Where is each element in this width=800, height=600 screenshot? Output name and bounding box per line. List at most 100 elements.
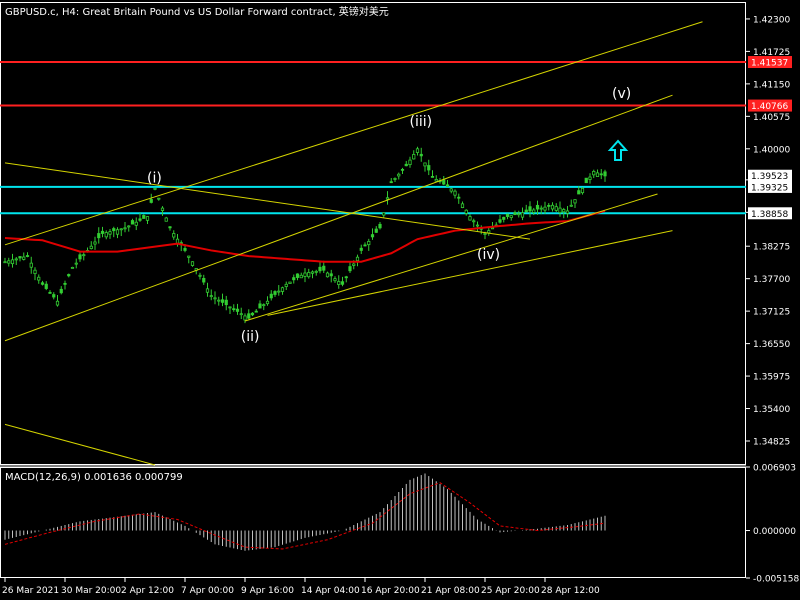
candle-body <box>198 274 202 277</box>
candle-body <box>29 262 33 268</box>
candle-body <box>475 224 480 227</box>
candle-body <box>67 274 71 277</box>
candle-body <box>329 273 333 277</box>
up-arrow-icon <box>607 139 629 161</box>
candle-body <box>157 197 161 200</box>
candle-body <box>258 303 262 309</box>
time-axis-label-9: 28 Apr 12:00 <box>541 586 600 596</box>
candle-body <box>14 258 18 261</box>
support-2-tag-label: 1.38858 <box>751 210 788 220</box>
candle-body <box>430 176 435 178</box>
candle-body <box>250 312 255 316</box>
candle-body <box>112 228 116 232</box>
candle-body <box>40 282 45 285</box>
candle-body <box>415 148 420 153</box>
candle-body <box>385 197 390 200</box>
candle-body <box>558 207 562 213</box>
price-axis-label-9: 1.37125 <box>753 308 790 318</box>
candle-body <box>498 219 502 223</box>
candle-body <box>307 272 311 278</box>
candle-body <box>442 179 446 185</box>
candle-body <box>584 177 588 184</box>
candle-body <box>59 288 63 294</box>
upper-channel-outer <box>4 21 703 246</box>
price-axis-label-7: 1.38275 <box>753 243 790 253</box>
candle-body <box>202 277 206 283</box>
candle-body <box>48 291 52 294</box>
candle-body <box>164 217 168 222</box>
upper-channel-inner <box>4 94 673 342</box>
candle-body <box>490 227 495 230</box>
candle-body <box>520 212 525 218</box>
candle-body <box>400 168 405 171</box>
candle-body <box>325 272 330 278</box>
candle-body <box>134 221 138 226</box>
candle-body <box>505 213 510 217</box>
price-axis-label-3: 1.40575 <box>753 113 790 123</box>
candle-body <box>228 306 232 309</box>
candle-body <box>535 204 540 210</box>
current-price-tag-label: 1.39523 <box>751 172 788 182</box>
candle-body <box>63 282 67 285</box>
candle-body <box>303 272 307 277</box>
candle-body <box>580 187 585 194</box>
candle-body <box>310 271 315 274</box>
moving-average-line <box>4 209 606 263</box>
candle-body <box>142 215 146 219</box>
candle-body <box>25 255 30 257</box>
candle-body <box>239 313 243 316</box>
candle-body <box>355 256 360 262</box>
candle-body <box>18 256 22 259</box>
candle-body <box>352 263 356 266</box>
candle-body <box>93 241 97 245</box>
candle-body <box>393 178 397 180</box>
macd-axis-label-1: 0.000000 <box>753 527 796 537</box>
candle-body <box>412 154 416 160</box>
candle-body <box>517 213 521 216</box>
candle-body <box>359 247 363 251</box>
candle-body <box>82 254 86 257</box>
candle-body <box>254 310 258 313</box>
price-axis-label-0: 1.42300 <box>753 15 790 25</box>
macd-axis-label-0: 0.006903 <box>753 464 796 474</box>
candle-body <box>119 228 123 231</box>
support-1-tag-label: 1.39325 <box>751 183 788 193</box>
candle-body <box>295 273 300 278</box>
candle-body <box>7 260 11 264</box>
candle-body <box>115 229 120 235</box>
candle-body <box>449 188 453 192</box>
candle-body <box>374 228 378 233</box>
candle-body <box>292 277 296 281</box>
candle-body <box>468 216 472 221</box>
time-axis-label-4: 9 Apr 16:00 <box>241 586 294 596</box>
candle-body <box>389 181 393 184</box>
downward-line <box>4 162 531 240</box>
candle-body <box>168 226 172 229</box>
wave-label-4: (v) <box>612 86 631 102</box>
time-axis-label-5: 14 Apr 04:00 <box>301 586 360 596</box>
candle-body <box>577 190 581 195</box>
candle-body <box>367 241 371 246</box>
candle-body <box>273 291 277 295</box>
candle-body <box>209 295 213 298</box>
candle-body <box>288 281 292 284</box>
candle-body <box>265 300 270 305</box>
price-chart[interactable]: 1.423001.417251.411501.405751.400001.394… <box>0 0 800 600</box>
candle-body <box>160 207 165 211</box>
candle-body <box>97 233 101 239</box>
candle-body <box>108 231 112 235</box>
candle-body <box>404 163 408 167</box>
time-axis-label-0: 26 Mar 2021 <box>2 586 59 596</box>
candle-body <box>427 165 431 171</box>
candle-body <box>464 209 468 214</box>
candle-body <box>220 299 225 303</box>
candle-body <box>502 216 506 220</box>
candle-body <box>153 187 157 190</box>
candle-body <box>397 173 401 177</box>
macd-signal-line <box>4 482 606 550</box>
candle-body <box>138 218 142 221</box>
time-axis-label-3: 7 Apr 00:00 <box>181 586 234 596</box>
candle-body <box>554 206 558 211</box>
resistance-2-tag-label: 1.40766 <box>751 102 788 112</box>
candle-body <box>595 172 600 177</box>
